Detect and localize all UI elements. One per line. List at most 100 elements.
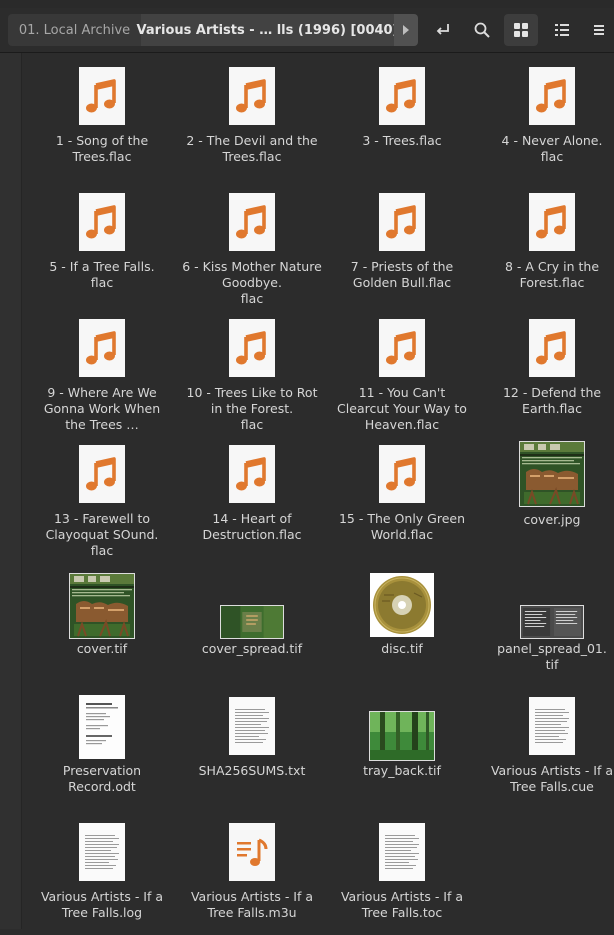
audio-file-icon xyxy=(79,445,125,503)
file-thumbnail[interactable] xyxy=(477,319,614,377)
file-name-label: tray_back.tif xyxy=(363,763,441,778)
file-name-label: cover.jpg xyxy=(523,512,581,527)
file-item[interactable]: 9 - Where Are We Gonna Work When the Tre… xyxy=(27,305,177,432)
cover-image-thumbnail xyxy=(519,441,585,507)
tray-image-thumbnail xyxy=(369,711,435,761)
file-thumbnail[interactable] xyxy=(477,605,614,639)
breadcrumb-current-folder[interactable]: Various Artists - … lls (1996) [0040] xyxy=(136,14,399,46)
file-name-label: 9 - Where Are We Gonna Work When the Tre… xyxy=(43,385,161,432)
file-thumbnail[interactable] xyxy=(177,697,327,755)
breadcrumb-local-archive[interactable]: 01. Local Archive xyxy=(8,14,141,46)
audio-file-icon xyxy=(529,319,575,377)
file-name-label: 1 - Song of the Trees.flac xyxy=(55,133,149,164)
file-item[interactable]: cover_spread.tif xyxy=(177,557,327,683)
text-file-icon xyxy=(229,697,275,755)
file-name-label: disc.tif xyxy=(381,641,423,656)
grid-view-button[interactable] xyxy=(504,14,538,46)
file-name-label: 5 - If a Tree Falls. flac xyxy=(49,259,155,290)
file-item[interactable]: 6 - Kiss Mother Nature Goodbye. flac xyxy=(177,179,327,306)
file-item[interactable]: 12 - Defend the Earth.flac xyxy=(477,305,614,431)
file-name-label: 2 - The Devil and the Trees.flac xyxy=(186,133,318,164)
file-thumbnail[interactable] xyxy=(327,711,477,761)
audio-file-icon xyxy=(379,445,425,503)
text-file-icon xyxy=(379,823,425,881)
file-item[interactable]: 11 - You Can't Clearcut Your Way to Heav… xyxy=(327,305,477,432)
file-name-label: Various Artists - If a Tree Falls.log xyxy=(40,889,164,920)
file-thumbnail[interactable] xyxy=(27,573,177,639)
file-name-label: 4 - Never Alone. flac xyxy=(501,133,603,164)
file-item[interactable]: 8 - A Cry in the Forest.flac xyxy=(477,179,614,305)
file-thumbnail[interactable] xyxy=(27,67,177,125)
file-item[interactable]: Preservation Record.odt xyxy=(27,683,177,809)
chevron-right-icon xyxy=(403,25,409,35)
search-button[interactable] xyxy=(465,14,499,46)
file-item[interactable]: cover.tif xyxy=(27,557,177,683)
return-button[interactable] xyxy=(426,14,460,46)
file-thumbnail[interactable] xyxy=(177,193,327,251)
file-item[interactable]: SHA256SUMS.txt xyxy=(177,683,327,809)
breadcrumb-forward-button[interactable] xyxy=(394,14,418,46)
file-item[interactable]: 3 - Trees.flac xyxy=(327,53,477,179)
grid-view-icon xyxy=(514,23,528,37)
file-item[interactable]: 13 - Farewell to Clayoquat SOund. flac xyxy=(27,431,177,558)
file-thumbnail[interactable] xyxy=(177,823,327,881)
file-name-label: Various Artists - If a Tree Falls.m3u xyxy=(190,889,314,920)
file-thumbnail[interactable] xyxy=(327,193,477,251)
file-item[interactable]: cover.jpg xyxy=(477,431,614,557)
audio-file-icon xyxy=(379,67,425,125)
file-item[interactable]: panel_spread_01. tif xyxy=(477,557,614,683)
document-file-icon xyxy=(79,695,125,759)
file-name-label: Preservation Record.odt xyxy=(62,763,142,794)
file-name-label: 7 - Priests of the Golden Bull.flac xyxy=(350,259,454,290)
file-item[interactable]: Various Artists - If a Tree Falls.m3u xyxy=(177,809,327,935)
toolbar: 01. Local Archive Various Artists - … ll… xyxy=(0,8,614,53)
file-thumbnail[interactable] xyxy=(27,319,177,377)
file-thumbnail[interactable] xyxy=(477,441,614,507)
file-thumbnail[interactable] xyxy=(27,823,177,881)
file-item[interactable]: Various Artists - If a Tree Falls.toc xyxy=(327,809,477,935)
file-item[interactable]: 7 - Priests of the Golden Bull.flac xyxy=(327,179,477,305)
file-thumbnail[interactable] xyxy=(477,697,614,755)
audio-file-icon xyxy=(379,193,425,251)
list-view-button[interactable] xyxy=(545,14,579,46)
file-name-label: 6 - Kiss Mother Nature Goodbye. flac xyxy=(182,259,322,306)
file-thumbnail[interactable] xyxy=(177,319,327,377)
file-item[interactable]: tray_back.tif xyxy=(327,683,477,809)
file-thumbnail[interactable] xyxy=(27,445,177,503)
file-thumbnail[interactable] xyxy=(477,193,614,251)
file-name-label: panel_spread_01. tif xyxy=(497,641,607,672)
file-thumbnail[interactable] xyxy=(177,67,327,125)
file-thumbnail[interactable] xyxy=(327,823,477,881)
spread-image-thumbnail xyxy=(220,605,284,639)
file-item[interactable]: 14 - Heart of Destruction.flac xyxy=(177,431,327,557)
file-name-label: 3 - Trees.flac xyxy=(362,133,442,148)
file-thumbnail[interactable] xyxy=(327,67,477,125)
file-item[interactable]: 4 - Never Alone. flac xyxy=(477,53,614,179)
file-item[interactable]: 15 - The Only Green World.flac xyxy=(327,431,477,557)
search-icon xyxy=(474,22,490,38)
menu-icon xyxy=(594,25,604,35)
file-item[interactable]: Various Artists - If a Tree Falls.cue xyxy=(477,683,614,809)
file-item[interactable]: disc.tif xyxy=(327,557,477,683)
file-name-label: 8 - A Cry in the Forest.flac xyxy=(504,259,600,290)
audio-file-icon xyxy=(379,319,425,377)
file-item[interactable]: Various Artists - If a Tree Falls.log xyxy=(27,809,177,935)
file-thumbnail[interactable] xyxy=(327,573,477,637)
return-icon xyxy=(436,24,449,35)
file-item[interactable]: 1 - Song of the Trees.flac xyxy=(27,53,177,179)
file-thumbnail[interactable] xyxy=(477,67,614,125)
file-name-label: Various Artists - If a Tree Falls.toc xyxy=(340,889,464,920)
menu-button[interactable] xyxy=(584,14,612,46)
file-item[interactable]: 5 - If a Tree Falls. flac xyxy=(27,179,177,305)
file-item[interactable]: 2 - The Devil and the Trees.flac xyxy=(177,53,327,179)
file-item[interactable]: 10 - Trees Like to Rot in the Forest. fl… xyxy=(177,305,327,432)
file-name-label: Various Artists - If a Tree Falls.cue xyxy=(490,763,614,794)
file-thumbnail[interactable] xyxy=(27,193,177,251)
file-thumbnail[interactable] xyxy=(327,319,477,377)
playlist-file-icon xyxy=(229,823,275,881)
file-thumbnail[interactable] xyxy=(177,605,327,639)
file-thumbnail[interactable] xyxy=(327,445,477,503)
file-name-label: 10 - Trees Like to Rot in the Forest. fl… xyxy=(186,385,318,432)
file-thumbnail[interactable] xyxy=(177,445,327,503)
file-thumbnail[interactable] xyxy=(27,695,177,759)
